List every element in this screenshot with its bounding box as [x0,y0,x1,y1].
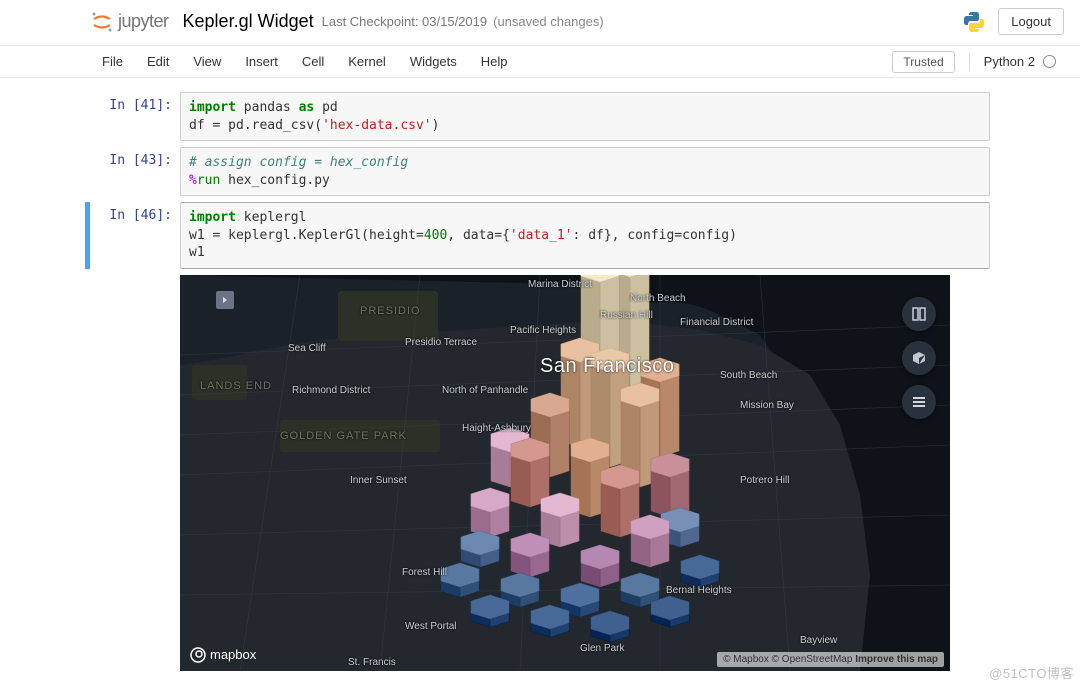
python-logo-icon [962,10,986,34]
map-controls [902,297,936,419]
map-label: Bernal Heights [666,585,732,596]
cell-input[interactable]: # assign config = hex_config %run hex_co… [180,147,990,196]
map-label: Forest Hill [402,567,447,578]
kernel-indicator[interactable]: Python 2 [984,54,1056,69]
map-label: North of Panhandle [442,385,528,396]
cell-prompt: In [43]: [90,147,180,196]
cell-input[interactable]: import keplergl w1 = keplergl.KeplerGl(h… [180,202,990,269]
map-label: Inner Sunset [350,475,407,486]
map-label: Richmond District [292,385,370,396]
kepler-map-widget[interactable]: Marina District North Beach PRESIDIO Russia… [180,275,950,671]
map-label: Potrero Hill [740,475,789,486]
mapbox-text: mapbox [210,647,256,662]
cell-input[interactable]: import pandas as pd df = pd.read_csv('he… [180,92,990,141]
jupyter-logo-text: jupyter [118,11,169,32]
notebook-header: jupyter Kepler.gl Widget Last Checkpoint… [0,0,1080,46]
map-label: PRESIDIO [360,305,421,317]
map-attribution[interactable]: © Mapbox © OpenStreetMap Improve this ma… [717,652,944,667]
jupyter-logo-icon [90,10,114,34]
jupyter-logo[interactable]: jupyter [90,10,169,34]
menubar: FileEditViewInsertCellKernelWidgetsHelp … [0,46,1080,78]
mapbox-logo[interactable]: mapbox [190,647,256,663]
map-label: South Beach [720,370,777,381]
map-label: West Portal [405,621,457,632]
code-cell[interactable]: In [41]:import pandas as pd df = pd.read… [90,92,990,141]
map-label: St. Francis [348,657,396,668]
menu-file[interactable]: File [90,48,135,75]
city-label: San Francisco [540,355,674,378]
unsaved-text: (unsaved changes) [493,14,604,29]
map-label: LANDS END [200,380,272,392]
map-label: Mission Bay [740,400,794,411]
menu-kernel[interactable]: Kernel [336,48,398,75]
menu-edit[interactable]: Edit [135,48,181,75]
split-map-button[interactable] [902,297,936,331]
notebook-title[interactable]: Kepler.gl Widget [183,11,314,32]
map-label: Sea Cliff [288,343,326,354]
map-label: GOLDEN GATE PARK [280,430,407,442]
map-label: Presidio Terrace [405,337,477,348]
map-label: Glen Park [580,643,624,654]
cell-prompt: In [41]: [90,92,180,141]
map-label: Russian Hill [600,310,653,321]
map-label: Haight-Ashbury [462,423,531,434]
notebook-container: In [41]:import pandas as pd df = pd.read… [0,78,1080,671]
legend-button[interactable] [902,385,936,419]
menu-widgets[interactable]: Widgets [398,48,469,75]
map-label: Financial District [680,317,753,328]
map-label: North Beach [630,293,686,304]
checkpoint-text: Last Checkpoint: 03/15/2019 [322,14,488,29]
menu-help[interactable]: Help [469,48,520,75]
trusted-indicator[interactable]: Trusted [892,51,954,73]
sidebar-toggle-button[interactable] [216,291,234,309]
code-cell[interactable]: In [43]:# assign config = hex_config %ru… [90,147,990,196]
kernel-idle-icon [1043,55,1056,68]
logout-button[interactable]: Logout [998,8,1064,35]
watermark: @51CTO博客 [989,663,1074,682]
menu-view[interactable]: View [181,48,233,75]
menu-cell[interactable]: Cell [290,48,336,75]
cell-prompt: In [46]: [90,202,180,269]
separator [969,53,970,71]
map-label: Bayview [800,635,837,646]
code-cell[interactable]: In [46]:import keplergl w1 = keplergl.Ke… [90,202,990,269]
toggle-3d-button[interactable] [902,341,936,375]
menu-insert[interactable]: Insert [233,48,290,75]
map-label: Marina District [528,279,592,290]
cell-output: Marina District North Beach PRESIDIO Russia… [180,275,990,671]
map-label: Pacific Heights [510,325,576,336]
kernel-name: Python 2 [984,54,1035,69]
